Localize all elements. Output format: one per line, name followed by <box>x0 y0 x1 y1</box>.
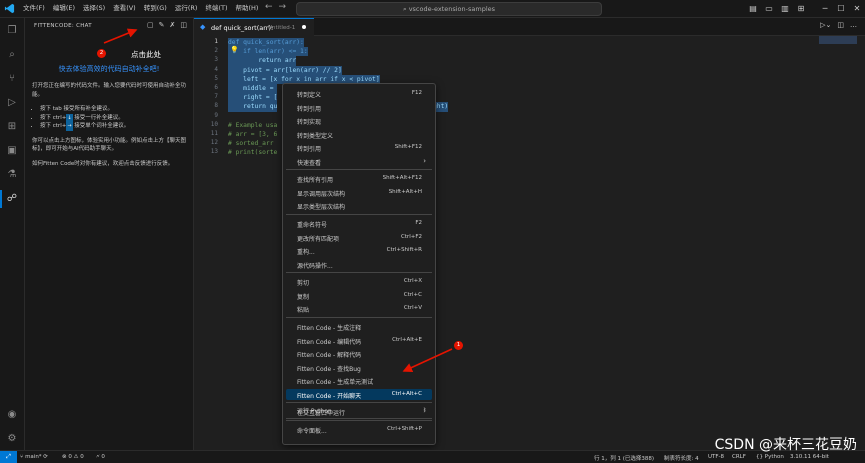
encoding[interactable]: UTF-8 <box>708 454 724 460</box>
sync-icon: ⟳ <box>41 453 48 460</box>
language-mode[interactable]: {} Python <box>756 454 784 460</box>
branch-label: main* <box>25 453 42 460</box>
problems-status[interactable]: ⊗ 0 ⚠ 0 <box>62 454 84 460</box>
annotation-arrows <box>103 28 453 373</box>
python-interpreter[interactable]: 3.10.11 64-bit <box>790 454 829 460</box>
watermark: CSDN @来杯三花豆奶 <box>714 437 857 453</box>
ports-status[interactable]: 🗲 0 <box>96 454 105 461</box>
branch-status[interactable]: ⑂ main* ⟳ <box>20 454 48 460</box>
language-label: Python <box>764 453 784 460</box>
annotation-arrow-1 <box>402 348 453 373</box>
eol[interactable]: CRLF <box>732 454 746 460</box>
braces-icon: {} <box>756 453 765 460</box>
annotation-badge-1: 1 <box>454 341 463 350</box>
remote-indicator-icon[interactable]: ⤢ <box>0 451 17 463</box>
cursor-position[interactable]: 行 1，列 1 (已选择388) <box>594 454 654 462</box>
indentation[interactable]: 制表符长度: 4 <box>664 454 699 462</box>
annotation-arrow-2 <box>103 28 138 44</box>
